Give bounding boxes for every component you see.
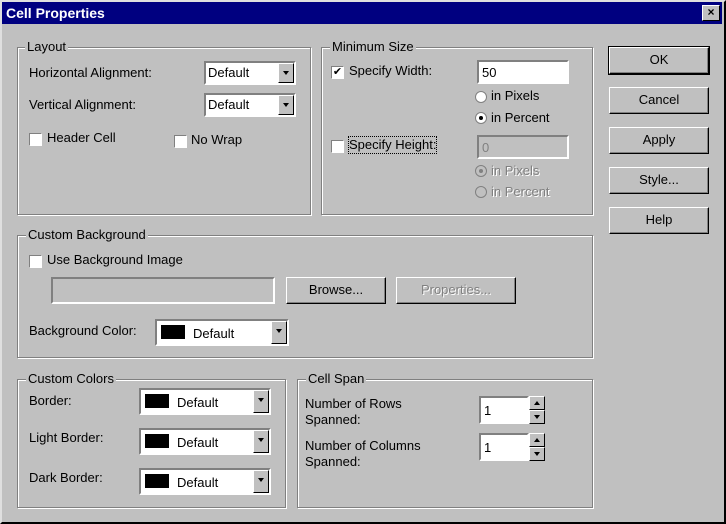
height-in-percent-label[interactable]: in Percent bbox=[491, 184, 550, 200]
dialog-title: Cell Properties bbox=[6, 5, 105, 21]
dark-border-label: Dark Border: bbox=[29, 470, 103, 485]
cancel-button[interactable]: Cancel bbox=[609, 87, 709, 114]
background-image-path-input[interactable] bbox=[51, 277, 275, 304]
horizontal-alignment-value: Default bbox=[208, 65, 250, 80]
horizontal-alignment-select[interactable]: Default bbox=[204, 61, 296, 85]
help-button-label: Help bbox=[645, 212, 673, 227]
specify-width-checkbox[interactable]: ✔ bbox=[331, 66, 344, 79]
close-button[interactable]: × bbox=[702, 5, 720, 21]
dark-border-color-value: Default bbox=[177, 475, 219, 490]
chevron-down-icon[interactable] bbox=[278, 63, 294, 83]
layout-group-label: Layout bbox=[25, 39, 69, 54]
border-color-select[interactable]: Default bbox=[139, 388, 271, 415]
width-in-percent-radio[interactable] bbox=[475, 112, 487, 124]
style-button[interactable]: Style... bbox=[609, 167, 709, 194]
columns-spanned-input[interactable] bbox=[479, 433, 529, 461]
ok-button-label: OK bbox=[649, 52, 669, 67]
specify-width-label[interactable]: Specify Width: bbox=[349, 63, 432, 79]
properties-button[interactable]: Properties... bbox=[396, 277, 516, 304]
close-icon: × bbox=[707, 5, 715, 19]
specify-height-label[interactable]: Specify Height: bbox=[347, 136, 438, 154]
rows-spanned-spinner[interactable] bbox=[529, 396, 545, 424]
spin-down-icon[interactable] bbox=[529, 447, 545, 461]
custom-background-group-label: Custom Background bbox=[26, 227, 148, 242]
chevron-down-icon[interactable] bbox=[271, 321, 287, 344]
minimum-size-group-label: Minimum Size bbox=[330, 39, 416, 54]
width-input[interactable] bbox=[477, 60, 569, 84]
apply-button-label: Apply bbox=[642, 132, 676, 147]
style-button-label: Style... bbox=[639, 172, 679, 187]
rows-spanned-input[interactable] bbox=[479, 396, 529, 424]
header-cell-checkbox[interactable] bbox=[29, 133, 42, 146]
light-border-color-value: Default bbox=[177, 435, 219, 450]
ok-button[interactable]: OK bbox=[608, 46, 710, 75]
color-swatch bbox=[145, 394, 169, 408]
browse-button-label: Browse... bbox=[308, 282, 364, 297]
browse-button[interactable]: Browse... bbox=[286, 277, 386, 304]
apply-button[interactable]: Apply bbox=[609, 127, 709, 154]
properties-button-label: Properties... bbox=[420, 282, 492, 297]
chevron-down-icon[interactable] bbox=[253, 430, 269, 453]
vertical-alignment-label: Vertical Alignment: bbox=[29, 97, 136, 112]
height-in-pixels-radio[interactable] bbox=[475, 165, 487, 177]
background-color-select[interactable]: Default bbox=[155, 319, 289, 346]
cancel-button-label: Cancel bbox=[638, 92, 680, 107]
dark-border-color-select[interactable]: Default bbox=[139, 468, 271, 495]
width-in-pixels-label[interactable]: in Pixels bbox=[491, 88, 539, 104]
width-in-pixels-radio[interactable] bbox=[475, 91, 487, 103]
color-swatch bbox=[145, 474, 169, 488]
color-swatch bbox=[161, 325, 185, 339]
border-label: Border: bbox=[29, 393, 72, 408]
use-background-image-checkbox[interactable] bbox=[29, 255, 42, 268]
use-background-image-label[interactable]: Use Background Image bbox=[47, 252, 183, 268]
chevron-down-icon[interactable] bbox=[253, 390, 269, 413]
background-color-value: Default bbox=[193, 326, 235, 341]
light-border-label: Light Border: bbox=[29, 430, 104, 445]
columns-spanned-spinner[interactable] bbox=[529, 433, 545, 461]
vertical-alignment-select[interactable]: Default bbox=[204, 93, 296, 117]
height-in-percent-radio[interactable] bbox=[475, 186, 487, 198]
spin-up-icon[interactable] bbox=[529, 433, 545, 447]
border-color-value: Default bbox=[177, 395, 219, 410]
height-input[interactable] bbox=[477, 135, 569, 159]
title-bar[interactable]: Cell Properties × bbox=[2, 2, 722, 24]
height-in-pixels-label[interactable]: in Pixels bbox=[491, 163, 539, 179]
chevron-down-icon[interactable] bbox=[278, 95, 294, 115]
rows-spanned-label-line1: Number of Rows bbox=[305, 396, 402, 411]
custom-colors-group-label: Custom Colors bbox=[26, 371, 116, 386]
rows-spanned-label-line2: Spanned: bbox=[305, 412, 361, 427]
columns-spanned-label-line2: Spanned: bbox=[305, 454, 361, 469]
vertical-alignment-value: Default bbox=[208, 97, 250, 112]
background-color-label: Background Color: bbox=[29, 323, 137, 338]
help-button[interactable]: Help bbox=[609, 207, 709, 234]
spin-up-icon[interactable] bbox=[529, 396, 545, 410]
width-in-percent-label[interactable]: in Percent bbox=[491, 110, 550, 126]
chevron-down-icon[interactable] bbox=[253, 470, 269, 493]
no-wrap-label[interactable]: No Wrap bbox=[191, 132, 242, 148]
color-swatch bbox=[145, 434, 169, 448]
horizontal-alignment-label: Horizontal Alignment: bbox=[29, 65, 152, 80]
header-cell-label[interactable]: Header Cell bbox=[47, 130, 116, 146]
no-wrap-checkbox[interactable] bbox=[174, 135, 187, 148]
spin-down-icon[interactable] bbox=[529, 410, 545, 424]
specify-height-checkbox[interactable] bbox=[331, 140, 344, 153]
columns-spanned-label-line1: Number of Columns bbox=[305, 438, 421, 453]
cell-span-group-label: Cell Span bbox=[306, 371, 367, 386]
light-border-color-select[interactable]: Default bbox=[139, 428, 271, 455]
